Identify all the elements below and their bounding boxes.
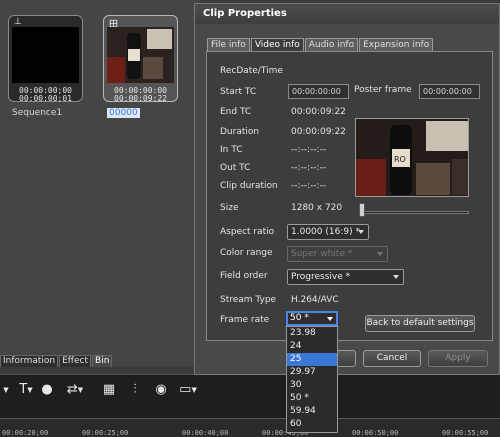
end-tc-value: 00:00:09:22 (291, 107, 346, 117)
chevron-down-icon (393, 275, 399, 279)
clip-duration-label: Clip duration (220, 181, 278, 191)
aspect-ratio-value: 1.0000 (16:9) * (291, 227, 360, 237)
cancel-button[interactable]: Cancel (363, 350, 421, 367)
in-tc-value: --:--:--:-- (291, 145, 327, 155)
out-tc-label: Out TC (220, 163, 251, 173)
in-tc-label: In TC (220, 145, 243, 155)
poster-frame-label: Poster frame (354, 85, 412, 95)
frame-rate-label: Frame rate (220, 315, 270, 325)
size-label: Size (220, 203, 239, 213)
chevron-down-icon (377, 252, 383, 256)
tab-video-info[interactable]: Video info (250, 38, 304, 52)
start-tc-label: Start TC (220, 87, 257, 97)
chevron-down-icon (327, 317, 333, 321)
timeline-toolbar: ▼ T▼ ● ⇄▼ ▦ ⫶ ◉ ▭▼ (0, 374, 500, 418)
frame-rate-option[interactable]: 59.94 (287, 405, 337, 418)
field-order-select[interactable]: Progressive * (287, 269, 404, 285)
tab-effect[interactable]: Effect (59, 355, 92, 367)
audio-mixer-icon[interactable]: ⇄▼ (63, 381, 87, 399)
tab-file-info[interactable]: File info (207, 38, 250, 52)
poster-frame-preview: RO (355, 118, 469, 197)
chevron-down-icon (358, 230, 364, 234)
toolbar-dropdown-icon[interactable]: ▼ (0, 381, 12, 399)
microphone-icon[interactable]: ● (40, 381, 54, 399)
sequence-icon: ⊥ (14, 17, 22, 27)
duration-value: 00:00:09:22 (291, 127, 346, 137)
tab-expansion-info[interactable]: Expansion info (359, 38, 434, 52)
color-range-label: Color range (220, 248, 273, 258)
ruler-tick: 00:00:55;00 (442, 429, 489, 437)
frame-rate-option[interactable]: 60 (287, 418, 337, 431)
color-range-value: Super white * (291, 249, 353, 259)
dialog-title[interactable]: Clip Properties (195, 4, 499, 24)
color-wheel-icon[interactable]: ◉ (153, 381, 169, 399)
duration-label: Duration (220, 127, 260, 137)
bin-panel: ⊥ 00:00:00;00 00:00:00;01 Sequence1 田 00… (0, 0, 200, 367)
color-range-select: Super white * (287, 246, 388, 262)
tab-bin[interactable]: Bin (92, 355, 113, 367)
thumbnail-frame (107, 27, 174, 83)
ruler-tick: 00:00:40;00 (182, 429, 229, 437)
stream-type-value: H.264/AVC (291, 295, 339, 305)
title-tool-icon[interactable]: T▼ (15, 381, 37, 399)
clip-thumbnail-sequence[interactable]: ⊥ 00:00:00;00 00:00:00;01 (8, 15, 83, 103)
poster-frame-slider[interactable] (363, 211, 469, 214)
size-value: 1280 x 720 (291, 203, 343, 213)
out-tc-value: --:--:--:-- (291, 163, 327, 173)
frame-rate-option[interactable]: 50 * (287, 392, 337, 405)
video-info-panel: RecDate/Time Start TC 00:00:00:00 Poster… (206, 51, 493, 341)
clip-name-sequence[interactable]: Sequence1 (12, 108, 62, 118)
field-order-value: Progressive * (291, 272, 351, 282)
clip-thumbnail-video[interactable]: 田 00:00:00:00 00:00:09:22 (103, 15, 178, 103)
frame-rate-value: 50 * (290, 313, 309, 323)
back-to-default-button[interactable]: Back to default settings (365, 315, 475, 332)
ruler-tick: 00:00:20;00 (2, 429, 49, 437)
frame-rate-option[interactable]: 23.98 (287, 327, 337, 340)
clip-name-video[interactable]: 00000 (107, 108, 140, 118)
frame-rate-option[interactable]: 29.97 (287, 366, 337, 379)
slider-handle[interactable] (359, 203, 365, 217)
panel-tabs: Information Effect Bin (0, 355, 113, 367)
frame-rate-option[interactable]: 30 (287, 379, 337, 392)
mixer-sliders-icon[interactable]: ⫶ (127, 381, 143, 399)
frame-rate-option[interactable]: 24 (287, 340, 337, 353)
end-tc-label: End TC (220, 107, 252, 117)
svg-text:RO: RO (394, 155, 406, 164)
ruler-tick: 00:00:25;00 (82, 429, 129, 437)
frame-rate-select[interactable]: 50 * (286, 311, 338, 326)
tab-audio-info[interactable]: Audio info (304, 38, 359, 52)
aspect-ratio-label: Aspect ratio (220, 227, 275, 237)
timeline-ruler[interactable]: 00:00:20;00 00:00:25;00 00:00:40;00 00:0… (0, 418, 500, 437)
thumbnail-frame (12, 27, 79, 83)
clip-tc-out: 00:00:09:22 (114, 94, 167, 103)
ruler-tick: 00:00:50;00 (352, 429, 399, 437)
field-order-label: Field order (220, 271, 268, 281)
dialog-tabs: File info Video info Audio info Expansio… (207, 38, 434, 52)
apply-button: Apply (428, 350, 488, 367)
stream-type-label: Stream Type (220, 295, 277, 305)
render-icon[interactable]: ▭▼ (177, 381, 199, 399)
grid-icon[interactable]: ▦ (101, 381, 117, 399)
clip-properties-dialog: Clip Properties File info Video info Aud… (194, 3, 500, 375)
start-tc-field[interactable]: 00:00:00:00 (288, 84, 349, 99)
frame-rate-dropdown-list: 23.98 24 25 29.97 30 50 * 59.94 60 (286, 326, 338, 433)
poster-frame-field[interactable]: 00:00:00:00 (419, 84, 480, 99)
tab-information[interactable]: Information (0, 355, 59, 367)
rec-date-label: RecDate/Time (220, 66, 283, 76)
clip-tc-out: 00:00:00;01 (19, 94, 72, 103)
aspect-ratio-select[interactable]: 1.0000 (16:9) * (287, 224, 369, 240)
clip-duration-value: --:--:--:-- (291, 181, 327, 191)
frame-rate-option-highlighted[interactable]: 25 (287, 353, 337, 366)
